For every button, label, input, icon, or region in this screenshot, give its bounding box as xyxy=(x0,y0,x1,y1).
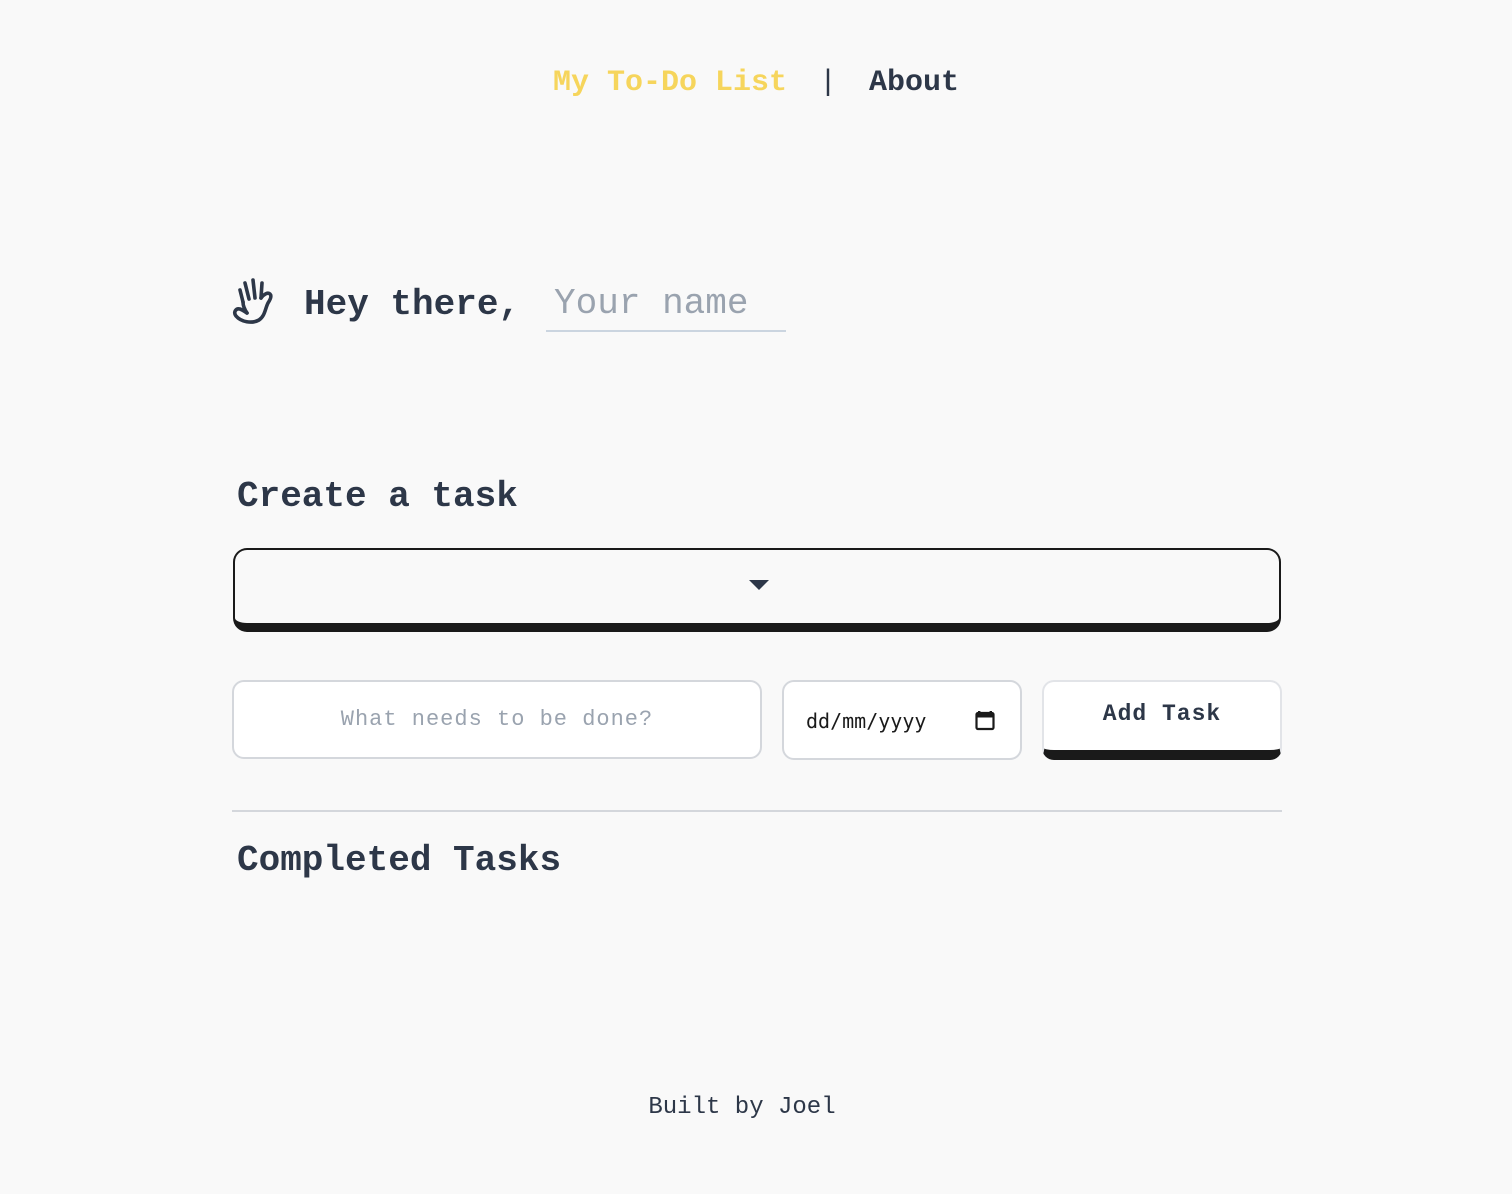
task-input[interactable] xyxy=(232,680,762,759)
top-nav: My To-Do List | About xyxy=(0,66,1512,100)
due-date-input[interactable]: dd/mm/yyyy xyxy=(782,680,1022,760)
nav-home-link[interactable]: My To-Do List xyxy=(553,66,787,100)
nav-about-link[interactable]: About xyxy=(869,66,959,100)
create-task-title: Create a task xyxy=(237,476,518,517)
caret-down-icon xyxy=(749,580,769,590)
hand-wave-icon xyxy=(233,278,273,324)
add-task-button[interactable]: Add Task xyxy=(1042,680,1282,760)
nav-separator: | xyxy=(819,66,838,100)
section-divider xyxy=(232,810,1282,812)
completed-tasks-title: Completed Tasks xyxy=(237,840,562,881)
name-input[interactable] xyxy=(546,276,787,332)
greeting-row: Hey there, xyxy=(232,276,787,338)
footer-credit: Built by Joel xyxy=(648,1094,836,1121)
category-select[interactable] xyxy=(233,548,1281,632)
calendar-icon[interactable] xyxy=(974,709,996,731)
date-placeholder: dd/mm/yyyy xyxy=(806,709,927,733)
greeting-text: Hey there, xyxy=(304,284,521,325)
